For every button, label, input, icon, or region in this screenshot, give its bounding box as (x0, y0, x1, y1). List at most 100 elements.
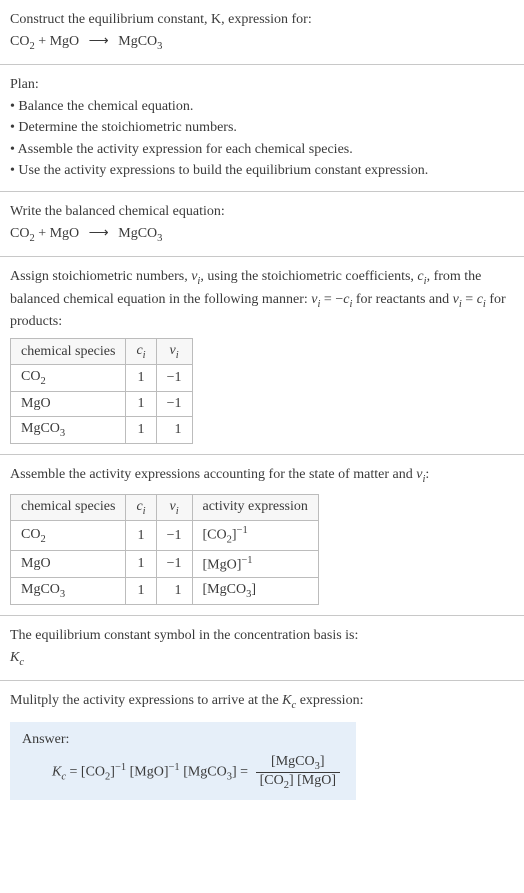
table-row: CO2 1 −1 [CO2]−1 (11, 521, 319, 550)
activity-title-c: : (425, 467, 429, 482)
symbol-value: Kc (10, 648, 514, 670)
col-species: chemical species (11, 338, 126, 365)
cell-vi: 1 (156, 417, 192, 444)
eq: = (462, 292, 477, 307)
activity-section: Assemble the activity expressions accoun… (0, 455, 524, 616)
col-ci: ci (126, 338, 156, 365)
multiply-title-a: Mulitply the activity expressions to arr… (10, 693, 282, 708)
eq-co2: = [CO (66, 764, 105, 779)
col-vi: νi (156, 494, 192, 521)
co2: CO (10, 226, 29, 241)
stoich-table: chemical species ci νi CO2 1 −1 MgO 1 −1… (10, 338, 193, 444)
co2: CO (21, 369, 40, 384)
balanced-section: Write the balanced chemical equation: CO… (0, 192, 524, 257)
balanced-equation: CO2 + MgO ⟶ MgCO3 (10, 224, 514, 246)
table-row: MgO 1 −1 (11, 392, 193, 417)
symbol-title: The equilibrium constant symbol in the c… (10, 626, 514, 646)
answer-label: Answer: (22, 732, 344, 748)
stoich-section: Assign stoichiometric numbers, νi, using… (0, 257, 524, 455)
activity-title: Assemble the activity expressions accoun… (10, 465, 514, 487)
mgco3-sub: 3 (60, 589, 65, 600)
plan-bullet-4: • Use the activity expressions to build … (10, 161, 514, 181)
header-equation: CO2 + MgO ⟶ MgCO3 (10, 32, 514, 54)
cell-ci: 1 (126, 392, 156, 417)
col-activity: activity expression (192, 494, 318, 521)
stoich-text-a: Assign stoichiometric numbers, (10, 269, 191, 284)
cell-vi: 1 (156, 578, 192, 605)
col-vi: νi (156, 338, 192, 365)
table-row: MgCO3 1 1 (11, 417, 193, 444)
table-row: CO2 1 −1 (11, 365, 193, 392)
mgco3: MgCO (115, 226, 157, 241)
symbol-section: The equilibrium constant symbol in the c… (0, 616, 524, 681)
cell-activity: [MgCO3] (192, 578, 318, 605)
co2-sub: 2 (40, 376, 45, 387)
cell-species: CO2 (11, 521, 126, 550)
mgco3: MgCO (21, 582, 60, 597)
plan-bullet-1: • Balance the chemical equation. (10, 97, 514, 117)
denominator: [CO2] [MgO] (256, 773, 340, 791)
den-b: ] [MgO] (289, 773, 336, 788)
balanced-title: Write the balanced chemical equation: (10, 202, 514, 222)
construct-text: Construct the equilibrium constant, K, e… (10, 10, 514, 30)
plus-mgo: + MgO (35, 34, 83, 49)
plan-section: Plan: • Balance the chemical equation. •… (0, 65, 524, 192)
plan-title: Plan: (10, 75, 514, 95)
table-header-row: chemical species ci νi activity expressi… (11, 494, 319, 521)
cell-ci: 1 (126, 417, 156, 444)
table-header-row: chemical species ci νi (11, 338, 193, 365)
cell-species: MgCO3 (11, 578, 126, 605)
cell-ci: 1 (126, 365, 156, 392)
mgco3-sub: 3 (157, 232, 162, 243)
arrow-icon: ⟶ (89, 32, 109, 52)
ae-sup: −1 (237, 525, 248, 536)
cell-ci: 1 (126, 521, 156, 550)
cell-species: CO2 (11, 365, 126, 392)
activity-title-a: Assemble the activity expressions accoun… (10, 467, 416, 482)
cell-species: MgO (11, 392, 126, 417)
num-b: ] (320, 754, 325, 769)
ci-sub: i (143, 505, 146, 516)
fraction: [MgCO3][CO2] [MgO] (256, 754, 340, 791)
co2: CO (21, 527, 40, 542)
cell-vi: −1 (156, 365, 192, 392)
table-row: MgO 1 −1 [MgO]−1 (11, 550, 319, 578)
num-a: [MgCO (271, 754, 315, 769)
multiply-title-c: expression: (296, 693, 363, 708)
mgco3: MgCO (115, 34, 157, 49)
stoich-text: Assign stoichiometric numbers, νi, using… (10, 267, 514, 332)
sup1: −1 (115, 762, 126, 773)
mgco3: [MgCO (180, 764, 227, 779)
col-species: chemical species (11, 494, 126, 521)
numerator: [MgCO3] (256, 754, 340, 773)
ae-b: ] (251, 582, 256, 597)
table-row: MgCO3 1 1 [MgCO3] (11, 578, 319, 605)
vi-sub: i (176, 349, 179, 360)
mgo: [MgO] (126, 764, 168, 779)
multiply-section: Mulitply the activity expressions to arr… (0, 681, 524, 818)
kc: K (282, 693, 291, 708)
kc-sub: c (19, 657, 24, 668)
plus-mgo: + MgO (35, 226, 83, 241)
co2: CO (10, 34, 29, 49)
kc: K (10, 650, 19, 665)
ae-a: [MgO] (203, 557, 242, 572)
ae-a: [MgCO (203, 582, 247, 597)
cell-activity: [MgO]−1 (192, 550, 318, 578)
ae-a: [CO (203, 528, 227, 543)
activity-table: chemical species ci νi activity expressi… (10, 494, 319, 606)
cell-ci: 1 (126, 578, 156, 605)
answer-box: Answer: Kc = [CO2]−1 [MgO]−1 [MgCO3] = [… (10, 722, 356, 801)
answer-expression: Kc = [CO2]−1 [MgO]−1 [MgCO3] = [MgCO3][C… (52, 754, 344, 791)
sup2: −1 (169, 762, 180, 773)
cell-vi: −1 (156, 521, 192, 550)
col-ci: ci (126, 494, 156, 521)
multiply-title: Mulitply the activity expressions to arr… (10, 691, 514, 713)
ci-sub: i (143, 349, 146, 360)
plan-bullet-3: • Assemble the activity expression for e… (10, 140, 514, 160)
stoich-text-i: for reactants and (352, 292, 452, 307)
mgco3-sub: 3 (157, 40, 162, 51)
cell-vi: −1 (156, 550, 192, 578)
construct-label: Construct the equilibrium constant, K, e… (10, 12, 312, 27)
plan-bullet-2: • Determine the stoichiometric numbers. (10, 118, 514, 138)
